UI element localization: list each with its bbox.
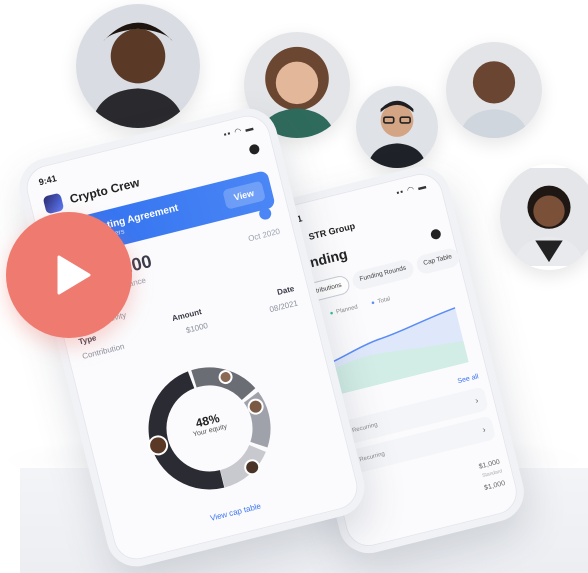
- cell-date: 08/2021: [268, 298, 299, 315]
- amount-value: $1,000: [483, 480, 506, 492]
- account-icon[interactable]: [429, 228, 442, 241]
- status-time: 9:41: [37, 173, 58, 188]
- cell-type: Contribution: [81, 341, 126, 361]
- avatar-man-smiling: [76, 4, 200, 128]
- item-label: Recurring: [358, 451, 386, 464]
- app-title: Crypto Crew: [68, 175, 141, 207]
- view-button[interactable]: View: [221, 180, 266, 210]
- cell-amount: $1000: [185, 320, 209, 336]
- status-icons: ▪▪ ◠ ▬: [395, 181, 428, 198]
- legend-planned: Planned: [329, 304, 359, 317]
- play-icon: [57, 255, 91, 295]
- col-amount: Amount: [171, 307, 203, 324]
- legend-total: Total: [371, 296, 391, 306]
- col-date: Date: [276, 283, 296, 297]
- item-label: Recurring: [351, 422, 379, 435]
- avatar-man-bald: [446, 42, 542, 138]
- account-icon[interactable]: [248, 143, 261, 156]
- see-all-link[interactable]: See all: [457, 373, 479, 385]
- app-logo: [42, 192, 65, 215]
- info-icon[interactable]: [257, 206, 273, 221]
- avatar-man-glasses: [356, 86, 438, 168]
- amount-label: Standard: [481, 468, 503, 480]
- avatar-woman-blazer: [500, 164, 588, 270]
- chevron-right-icon: ›: [474, 395, 480, 406]
- status-icons: ▪▪ ◠ ▬: [222, 122, 256, 140]
- play-button[interactable]: [6, 212, 132, 338]
- tab-cap-table[interactable]: Cap Table: [414, 246, 462, 276]
- app-title: STR Group: [307, 220, 357, 242]
- tab-funding-rounds[interactable]: Funding Rounds: [350, 258, 416, 292]
- chevron-right-icon: ›: [481, 424, 487, 435]
